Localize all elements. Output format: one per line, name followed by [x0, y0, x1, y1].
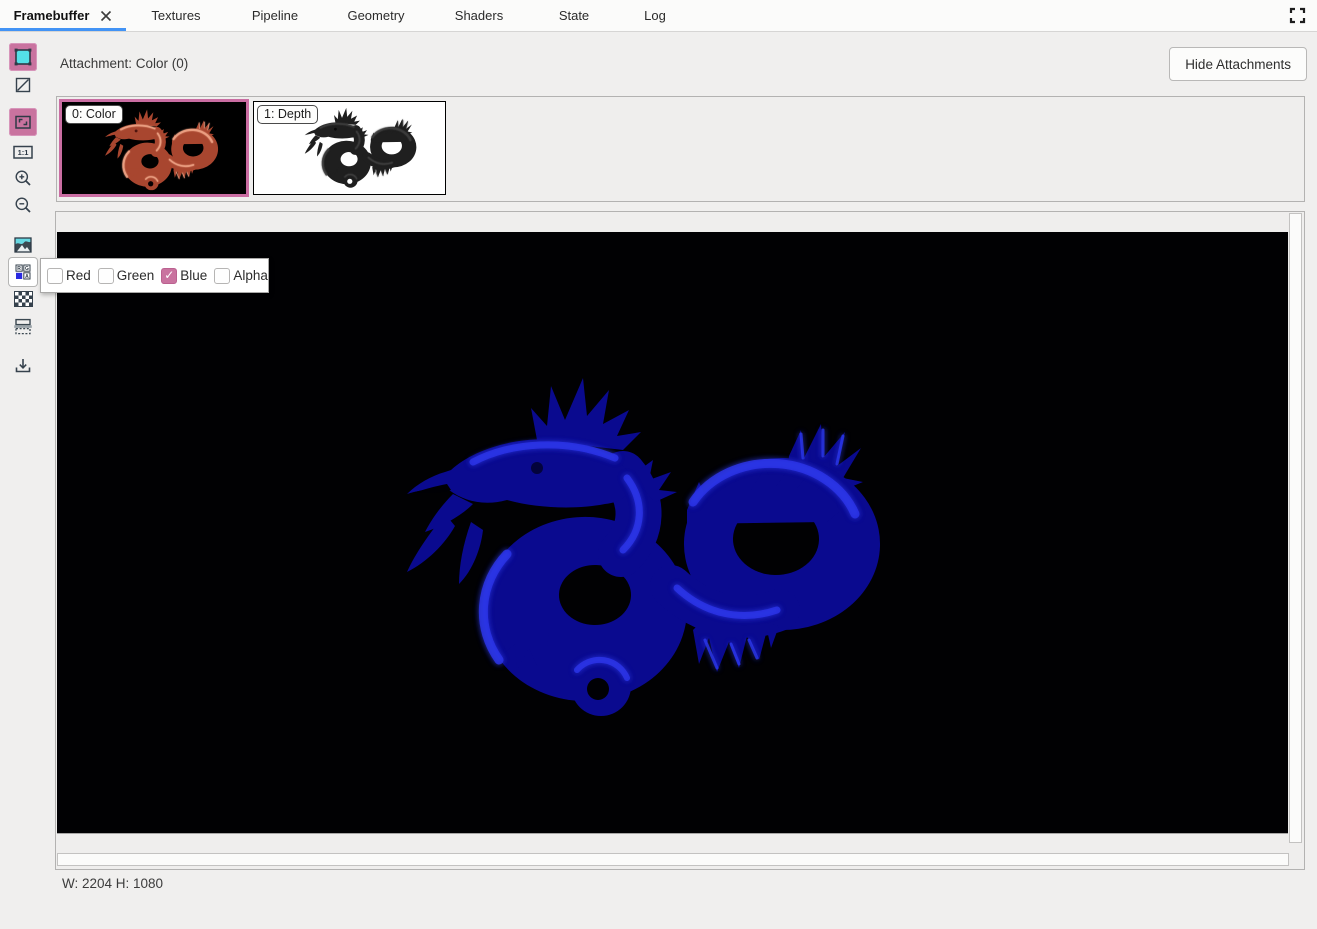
channel-red-label: Red: [66, 268, 91, 283]
tab-log-label: Log: [644, 8, 666, 23]
image-dimensions-status: W: 2204 H: 1080: [62, 876, 163, 891]
checkerboard-icon: [14, 291, 33, 307]
tab-framebuffer[interactable]: Framebuffer: [0, 0, 126, 31]
framebuffer-image[interactable]: [57, 232, 1288, 833]
framebuffer-viewport: [55, 211, 1305, 870]
attachment-thumbnail-color[interactable]: 0: Color: [59, 99, 249, 197]
tab-pipeline-label: Pipeline: [252, 8, 298, 23]
channels-icon-letter-r: R: [17, 266, 21, 272]
framebuffer-viewer-window: Framebuffer Textures Pipeline Geometry S…: [0, 0, 1317, 929]
tab-textures[interactable]: Textures: [126, 0, 226, 31]
no-color-button[interactable]: [9, 71, 37, 99]
tab-state[interactable]: State: [530, 0, 618, 31]
zoom-fit-icon: [13, 112, 33, 132]
tab-log[interactable]: Log: [618, 0, 692, 31]
tab-geometry[interactable]: Geometry: [324, 0, 428, 31]
tab-state-label: State: [559, 8, 589, 23]
checkbox-alpha-box[interactable]: [214, 268, 230, 284]
channel-blue-label: Blue: [180, 268, 207, 283]
histogram-button[interactable]: [9, 231, 37, 259]
checkbox-red-box[interactable]: [47, 268, 63, 284]
no-color-icon: [13, 75, 33, 95]
actual-size-label: 1:1: [18, 148, 29, 157]
horizontal-scrollbar[interactable]: [57, 853, 1289, 866]
zoom-in-icon: [13, 168, 33, 188]
attachment-color-badge: 0: Color: [65, 105, 123, 124]
channels-icon-letter-a: A: [25, 274, 29, 280]
channel-selector-popup: Red Green Blue Alpha: [40, 258, 269, 293]
background-swatch-icon: [13, 47, 33, 67]
channels-icon-letter-g: G: [25, 266, 29, 272]
save-icon: [13, 356, 33, 376]
actual-size-button[interactable]: 1:1: [9, 138, 37, 166]
checkbox-green-box[interactable]: [98, 268, 114, 284]
attachment-depth-badge: 1: Depth: [257, 105, 318, 124]
attachment-label: Attachment: Color (0): [60, 56, 188, 71]
dragon-render: [387, 372, 887, 732]
tab-pipeline[interactable]: Pipeline: [226, 0, 324, 31]
zoom-fit-button[interactable]: [9, 108, 37, 136]
channel-alpha-checkbox[interactable]: Alpha: [214, 268, 268, 284]
tab-shaders-label: Shaders: [455, 8, 503, 23]
fullscreen-button[interactable]: [1284, 4, 1310, 27]
zoom-out-button[interactable]: [9, 191, 37, 219]
tab-geometry-label: Geometry: [347, 8, 404, 23]
hide-attachments-button[interactable]: Hide Attachments: [1169, 47, 1307, 81]
channel-red-checkbox[interactable]: Red: [47, 268, 91, 284]
channel-blue-checkbox[interactable]: Blue: [161, 268, 207, 284]
channels-button[interactable]: R G A: [9, 258, 37, 286]
background-color-button[interactable]: [9, 43, 37, 71]
tab-framebuffer-label: Framebuffer: [14, 8, 90, 23]
channel-alpha-label: Alpha: [233, 268, 268, 283]
attachments-panel: 0: Color 1: Depth: [56, 96, 1305, 202]
channel-green-checkbox[interactable]: Green: [98, 268, 155, 284]
channels-icon: R G A: [13, 262, 33, 282]
tab-bar: Framebuffer Textures Pipeline Geometry S…: [0, 0, 1317, 32]
fullscreen-icon: [1289, 7, 1306, 24]
vertical-scrollbar[interactable]: [1289, 213, 1302, 843]
channel-green-label: Green: [117, 268, 155, 283]
flip-vertical-icon: [13, 316, 33, 336]
zoom-out-icon: [13, 195, 33, 215]
close-icon[interactable]: [100, 10, 112, 22]
actual-size-icon: 1:1: [12, 142, 34, 162]
attachment-thumbnail-depth[interactable]: 1: Depth: [253, 101, 446, 195]
flip-vertical-button[interactable]: [9, 312, 37, 340]
zoom-in-button[interactable]: [9, 164, 37, 192]
checkerboard-background-button[interactable]: [9, 285, 37, 313]
tab-textures-label: Textures: [151, 8, 200, 23]
save-image-button[interactable]: [9, 352, 37, 380]
tab-shaders[interactable]: Shaders: [428, 0, 530, 31]
histogram-icon: [13, 235, 33, 255]
checkbox-blue-box[interactable]: [161, 268, 177, 284]
